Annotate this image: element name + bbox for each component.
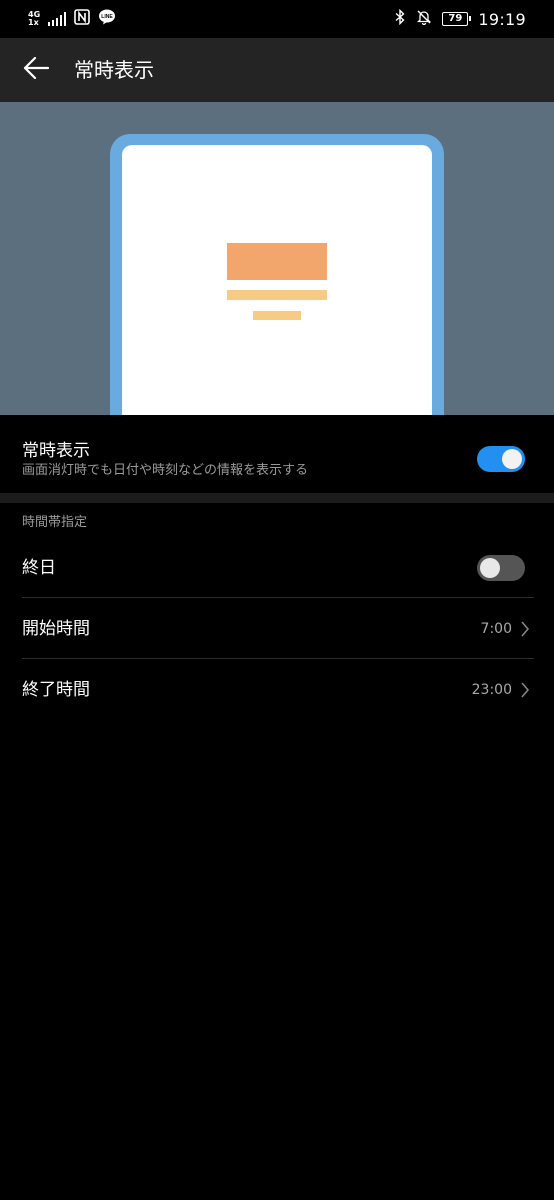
end-time-value: 23:00: [471, 682, 512, 698]
aod-toggle[interactable]: [477, 446, 525, 472]
row-divider: [22, 597, 534, 598]
aod-setting-title: 常時表示: [22, 441, 90, 461]
battery-icon: 79: [442, 12, 472, 26]
schedule-section-header: 時間帯指定: [22, 515, 88, 530]
phone-screen-illustration: [122, 145, 432, 415]
section-divider: [0, 493, 554, 503]
start-time-row[interactable]: 開始時間 7:00: [0, 599, 554, 659]
mute-bell-icon: [416, 9, 432, 29]
row-divider: [22, 658, 534, 659]
status-bar-left: 4G 1x LINE: [28, 8, 116, 30]
app-bar: 常時表示: [0, 38, 554, 102]
page-title: 常時表示: [74, 58, 154, 82]
network-type-indicator: 4G 1x: [28, 11, 40, 27]
phone-frame-illustration: [110, 134, 444, 415]
status-bar-right: 79 19:19: [394, 8, 526, 30]
all-day-row[interactable]: 終日: [0, 538, 554, 598]
chevron-right-icon: [520, 621, 530, 637]
bluetooth-icon: [394, 8, 406, 29]
toggle-knob: [502, 449, 522, 469]
aod-setting-row[interactable]: 常時表示 画面消灯時でも日付や時刻などの情報を表示する: [0, 415, 554, 493]
nfc-icon: [74, 9, 90, 29]
back-arrow-icon: [23, 56, 50, 83]
signal-icon: [48, 12, 67, 26]
end-time-row[interactable]: 終了時間 23:00: [0, 660, 554, 720]
chevron-right-icon: [520, 682, 530, 698]
preview-info-line: [253, 311, 301, 320]
all-day-label: 終日: [22, 558, 56, 578]
back-button[interactable]: [12, 46, 60, 94]
battery-level: 79: [448, 13, 463, 24]
preview-date-line: [227, 290, 327, 300]
aod-preview: [0, 102, 554, 415]
end-time-label: 終了時間: [22, 680, 90, 700]
start-time-value: 7:00: [480, 621, 512, 637]
line-app-icon: LINE: [98, 9, 116, 29]
svg-text:LINE: LINE: [101, 14, 113, 20]
status-clock: 19:19: [478, 9, 526, 29]
all-day-toggle[interactable]: [477, 555, 525, 581]
preview-clock-block: [227, 243, 327, 280]
network-type-bottom: 1x: [28, 18, 39, 27]
toggle-knob: [480, 558, 500, 578]
aod-setting-subtitle: 画面消灯時でも日付や時刻などの情報を表示する: [22, 463, 309, 478]
start-time-label: 開始時間: [22, 619, 90, 639]
status-bar: 4G 1x LINE 79 19:19: [0, 0, 554, 38]
